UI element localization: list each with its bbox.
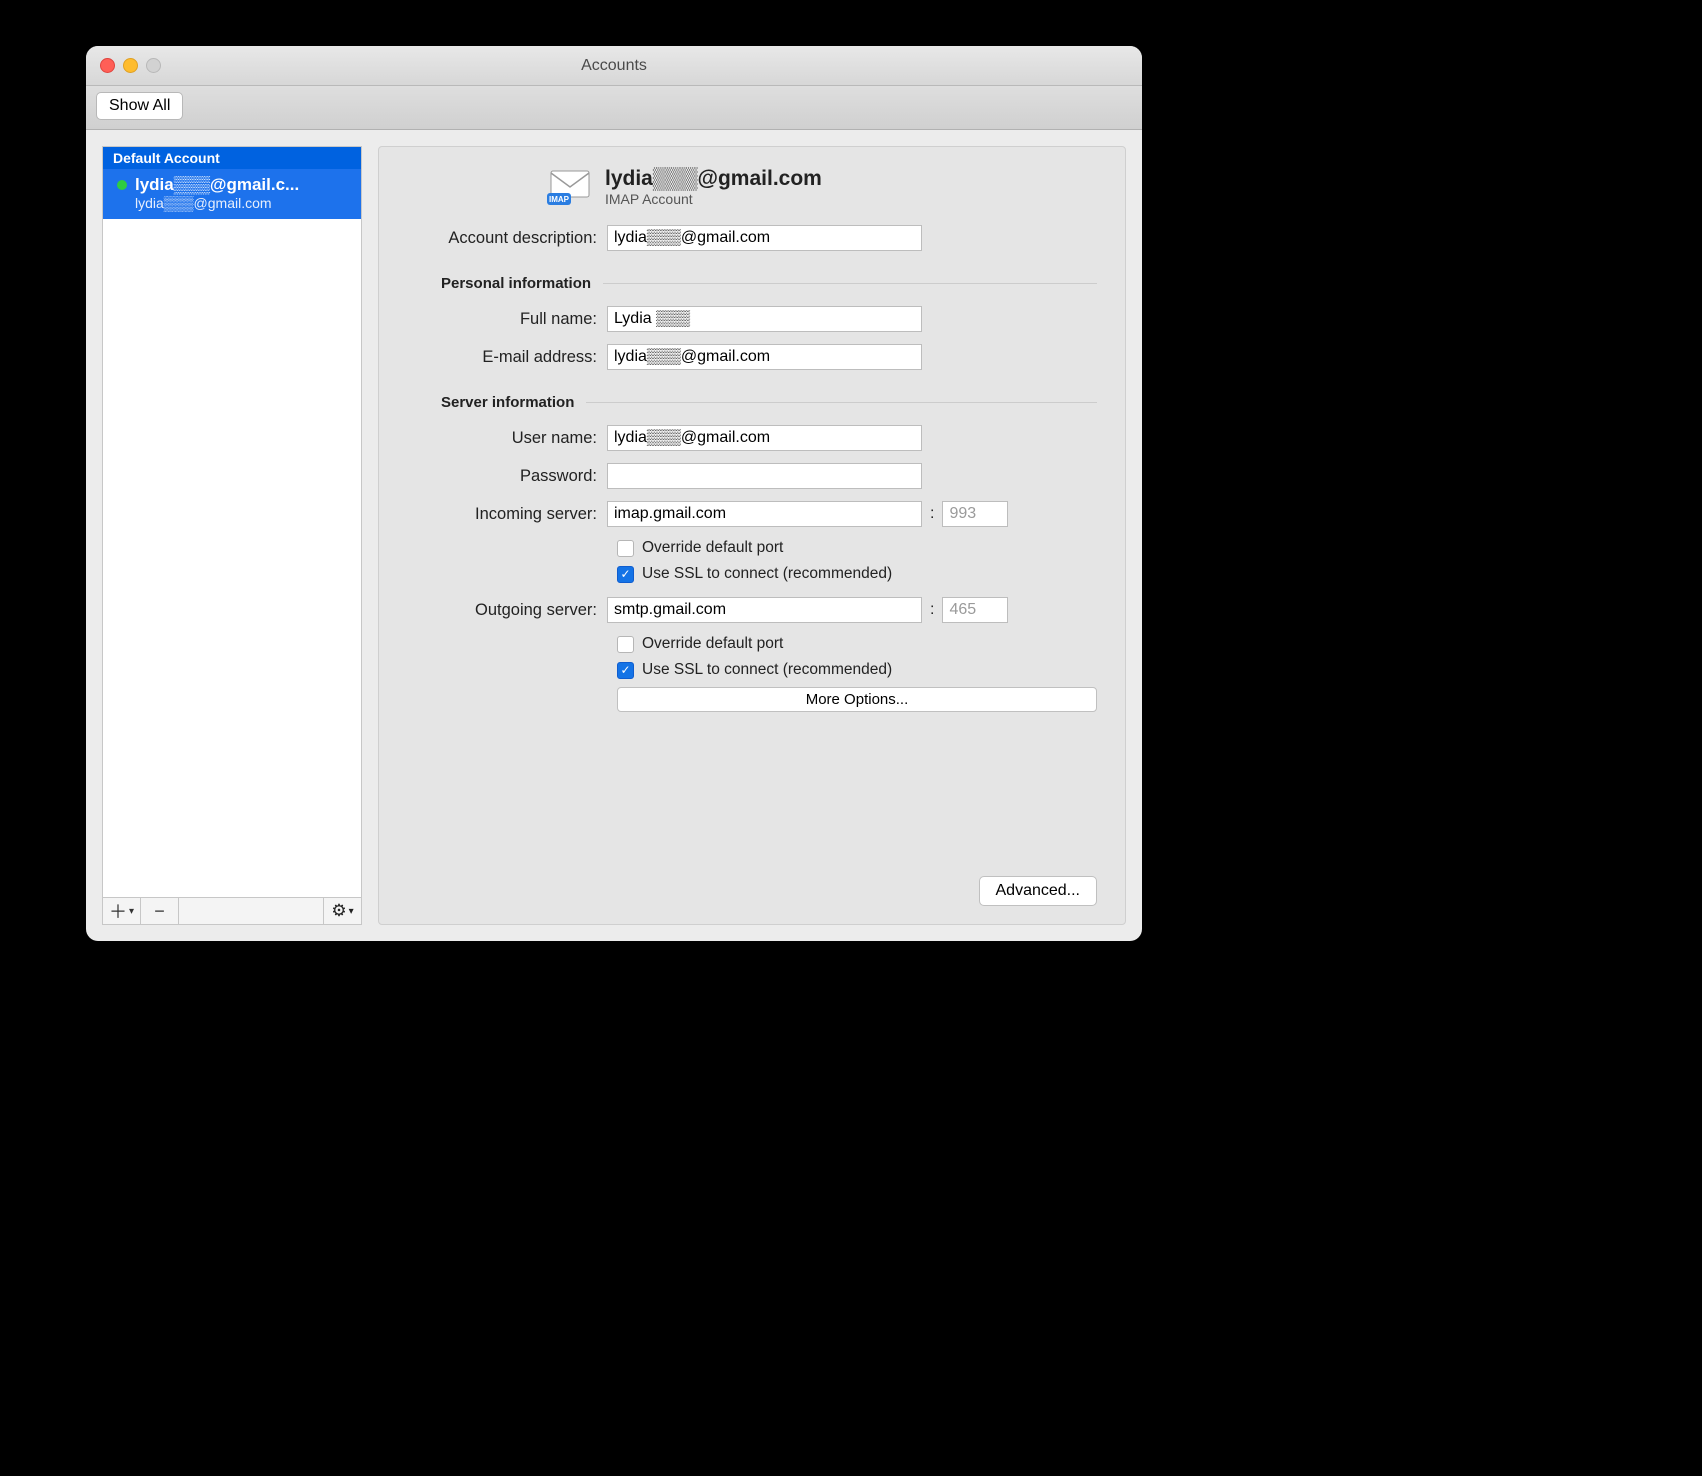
section-server: Server information [441, 394, 1097, 411]
mail-imap-icon: IMAP [547, 167, 593, 207]
label-email: E-mail address: [407, 348, 607, 367]
label-fullname: Full name: [407, 310, 607, 329]
label-outgoing: Outgoing server: [407, 601, 607, 620]
label-out-override: Override default port [642, 635, 783, 653]
user-name-input[interactable] [607, 425, 922, 451]
account-header-subtitle: IMAP Account [605, 191, 822, 207]
section-personal: Personal information [441, 275, 1097, 292]
more-options-button[interactable]: More Options... [617, 687, 1097, 712]
account-sidebar: Default Account lydia▒▒▒@gmail.c... lydi… [102, 146, 362, 925]
incoming-ssl-checkbox[interactable]: ✓ [617, 566, 634, 583]
label-description: Account description: [407, 229, 607, 248]
account-sub: lydia▒▒▒@gmail.com [135, 195, 351, 211]
account-list-item[interactable]: lydia▒▒▒@gmail.c... lydia▒▒▒@gmail.com [103, 169, 361, 219]
close-window-button[interactable] [100, 58, 115, 73]
outgoing-server-input[interactable] [607, 597, 922, 623]
account-header-title: lydia▒▒▒@gmail.com [605, 167, 822, 191]
full-name-input[interactable] [607, 306, 922, 332]
list-section-header: Default Account [103, 147, 361, 169]
svg-text:IMAP: IMAP [549, 195, 570, 204]
incoming-override-port-checkbox[interactable] [617, 540, 634, 557]
label-in-override: Override default port [642, 539, 783, 557]
account-list: Default Account lydia▒▒▒@gmail.c... lydi… [102, 146, 362, 897]
account-name: lydia▒▒▒@gmail.c... [135, 175, 299, 195]
gear-icon: ⚙ [331, 901, 346, 921]
label-password: Password: [407, 467, 607, 486]
port-separator-out: : [922, 601, 942, 619]
account-description-input[interactable] [607, 225, 922, 251]
label-incoming: Incoming server: [407, 505, 607, 524]
add-account-button[interactable]: ＋▾ [103, 898, 141, 924]
label-username: User name: [407, 429, 607, 448]
advanced-button[interactable]: Advanced... [979, 876, 1098, 906]
port-separator: : [922, 505, 942, 523]
window-title: Accounts [581, 57, 647, 75]
account-detail-panel: IMAP lydia▒▒▒@gmail.com IMAP Account Acc… [378, 146, 1126, 925]
toolbar: Show All [86, 86, 1142, 130]
minimize-window-button[interactable] [123, 58, 138, 73]
outgoing-ssl-checkbox[interactable]: ✓ [617, 662, 634, 679]
password-input[interactable] [607, 463, 922, 489]
account-actions-menu[interactable]: ⚙▾ [323, 898, 361, 924]
titlebar: Accounts [86, 46, 1142, 86]
accounts-window: Accounts Show All Default Account lydia▒… [86, 46, 1142, 941]
email-address-input[interactable] [607, 344, 922, 370]
incoming-server-input[interactable] [607, 501, 922, 527]
zoom-window-button [146, 58, 161, 73]
label-in-ssl: Use SSL to connect (recommended) [642, 565, 892, 583]
label-out-ssl: Use SSL to connect (recommended) [642, 661, 892, 679]
outgoing-port-input[interactable] [942, 597, 1008, 623]
outgoing-override-port-checkbox[interactable] [617, 636, 634, 653]
sidebar-footer: ＋▾ − ⚙▾ [102, 897, 362, 925]
show-all-button[interactable]: Show All [96, 92, 183, 120]
status-online-icon [117, 180, 127, 190]
incoming-port-input[interactable] [942, 501, 1008, 527]
remove-account-button[interactable]: − [141, 898, 179, 924]
